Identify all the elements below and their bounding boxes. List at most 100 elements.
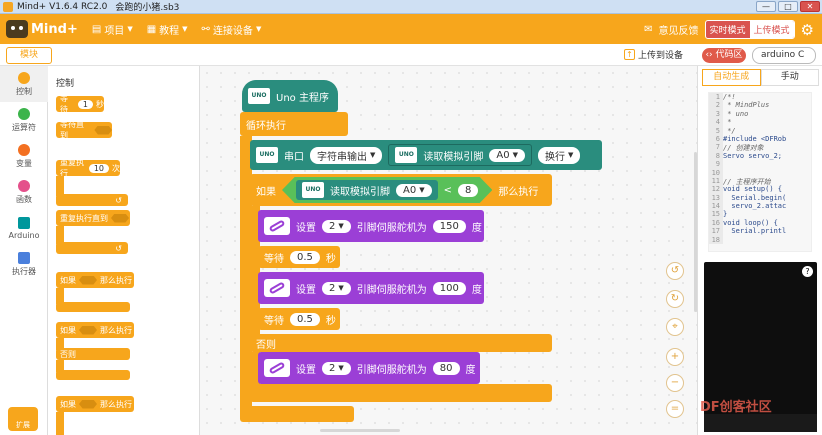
mode-upload[interactable]: 上传模式 [749, 21, 794, 38]
wait-block-2[interactable]: 等待 0.5 秒 [258, 308, 340, 330]
palette-repeat-block[interactable]: 重复执行 10 次 [56, 158, 120, 178]
category-arduino[interactable]: Arduino [0, 210, 48, 246]
block-label: 如果 [60, 399, 76, 409]
category-dot-icon [18, 143, 30, 156]
tab-manual[interactable]: 手动 [760, 69, 819, 86]
feedback-link[interactable]: 意见反馈 [659, 22, 699, 37]
mode-toggle[interactable]: 实时模式 上传模式 [704, 20, 795, 39]
forever-loop-block[interactable]: 循环执行 [240, 112, 348, 136]
servo-block-1[interactable]: 设置 2 ▼ 引脚伺服舵机为 150 度 [258, 210, 484, 242]
servo-angle-input[interactable]: 100 [432, 281, 466, 295]
menu-connect[interactable]: ⚯ 连接设备 ▼ [202, 22, 262, 37]
category-dot-icon [18, 179, 30, 192]
line-number: 3 [709, 109, 723, 119]
wait-seconds-input[interactable]: 0.5 [290, 250, 320, 264]
servo-pin-dropdown[interactable]: 2 ▼ [322, 361, 351, 375]
block-label: 引脚伺服舵机为 [356, 364, 427, 376]
less-than-operator[interactable]: UNO 读取模拟引脚 A0 ▼ < 8 [282, 177, 493, 203]
close-button[interactable]: ✕ [800, 1, 820, 12]
category-control[interactable]: 控制 [0, 66, 48, 102]
block-label: 设置 [296, 222, 316, 234]
code-line: 11// 主程序开始 [709, 176, 811, 186]
code-line: 6 #include <DFRob [709, 134, 811, 144]
tab-auto-generate[interactable]: 自动生成 [702, 69, 761, 86]
wait-seconds-input[interactable]: 0.5 [290, 312, 320, 326]
category-functions[interactable]: 函数 [0, 174, 48, 210]
script-workspace[interactable]: UNO Uno 主程序 循环执行 UNO 串口 字符串输出 ▼ UNO 读取模拟引… [200, 66, 697, 435]
palette-if-else-block[interactable]: 如果 那么执行 [56, 322, 134, 338]
board-select-value: arduino C [761, 50, 805, 60]
help-icon[interactable]: ? [802, 266, 813, 277]
analog-read-reporter[interactable]: UNO 读取模拟引脚 A0 ▼ [388, 144, 532, 166]
gear-icon[interactable]: ⚙ [801, 21, 814, 39]
newline-dropdown[interactable]: 换行 ▼ [537, 146, 581, 164]
if-label: 如果 [256, 186, 276, 198]
code-area-button[interactable]: ‹› 代码区 [702, 48, 746, 63]
palette-if-block[interactable]: 如果 那么执行 [56, 272, 134, 288]
extension-button[interactable]: 扩展 [8, 407, 38, 431]
maximize-button[interactable]: □ [778, 1, 798, 12]
workspace-horizontal-scrollbar[interactable] [320, 429, 400, 432]
tab-module[interactable]: 模块 [6, 47, 52, 64]
category-actuators[interactable]: 执行器 [0, 246, 48, 282]
code-text: */ [723, 126, 736, 135]
code-view[interactable]: 1/*! 2 * MindPlus 3 * uno 4 * 5 */6 #include … [708, 92, 812, 252]
uno-main-hat-block[interactable]: UNO Uno 主程序 [242, 80, 338, 112]
board-select[interactable]: arduino C [752, 47, 816, 64]
line-number: 11 [709, 176, 723, 186]
condition-slot [111, 213, 129, 223]
mode-live[interactable]: 实时模式 [706, 21, 750, 38]
serial-input-bar[interactable] [704, 414, 817, 432]
serial-print-block[interactable]: UNO 串口 字符串输出 ▼ UNO 读取模拟引脚 A0 ▼ 换行 ▼ [250, 140, 602, 170]
category-operators[interactable]: 运算符 [0, 102, 48, 138]
block-label: 度 [465, 364, 476, 376]
palette-repeat-until-block[interactable]: 重复执行直到 [56, 210, 130, 226]
chevron-down-icon: ▼ [512, 151, 518, 159]
dropdown-value: 2 [329, 220, 336, 232]
analog-read-reporter[interactable]: UNO 读取模拟引脚 A0 ▼ [296, 180, 438, 200]
code-text: servo_2.attac [723, 202, 787, 211]
else-label: 否则 [256, 339, 276, 351]
chevron-down-icon: ▼ [338, 222, 344, 230]
loop-arrow-icon: ↺ [115, 243, 122, 253]
pin-dropdown[interactable]: A0 ▼ [396, 183, 432, 197]
servo-block-3[interactable]: 设置 2 ▼ 引脚伺服舵机为 80 度 [258, 352, 480, 384]
block-input[interactable]: 1 [77, 99, 93, 109]
if-else-block[interactable]: 如果 UNO 读取模拟引脚 A0 ▼ < 8 那么执行 [250, 174, 552, 206]
servo-block-2[interactable]: 设置 2 ▼ 引脚伺服舵机为 100 度 [258, 272, 484, 304]
menu-connect-label: 连接设备 [212, 25, 253, 37]
minimize-button[interactable]: — [756, 1, 776, 12]
block-label: 设置 [296, 284, 316, 296]
compare-value-input[interactable]: 8 [457, 183, 479, 197]
category-variables[interactable]: 变量 [0, 138, 48, 174]
servo-pin-dropdown[interactable]: 2 ▼ [322, 219, 351, 233]
code-text: #include <DFRob [723, 134, 787, 143]
pin-dropdown[interactable]: A0 ▼ [489, 148, 525, 162]
menu-tutorial[interactable]: ▦ 教程 ▼ [147, 22, 188, 37]
zoom-out-icon[interactable]: − [666, 374, 684, 392]
servo-angle-input[interactable]: 150 [432, 219, 466, 233]
code-line: 9 [709, 160, 811, 169]
zoom-reset-icon[interactable]: = [666, 400, 684, 418]
clean-up-icon[interactable]: ⌖ [666, 318, 684, 336]
code-line: 8 Servo servo_2; [709, 151, 811, 161]
palette-if-block-2[interactable]: 如果 那么执行 [56, 396, 134, 412]
palette-wait-block[interactable]: 等待 1 秒 [56, 94, 104, 114]
then-label: 那么执行 [498, 186, 539, 198]
redo-icon[interactable]: ↻ [666, 290, 684, 308]
wait-block-1[interactable]: 等待 0.5 秒 [258, 246, 340, 268]
menu-project[interactable]: ▤ 项目 ▼ [92, 22, 133, 37]
uno-board-icon: UNO [395, 147, 418, 163]
upload-button[interactable]: ↑ 上传到设备 [624, 48, 683, 61]
logo: Mind+ [6, 20, 78, 38]
servo-angle-input[interactable]: 80 [432, 361, 460, 375]
block-label: 重复执行直到 [60, 213, 108, 223]
servo-pin-dropdown[interactable]: 2 ▼ [322, 281, 351, 295]
category-label: 控制 [16, 86, 32, 96]
code-tabs: 自动生成 手动 [702, 69, 819, 86]
zoom-in-icon[interactable]: + [666, 348, 684, 366]
block-input[interactable]: 10 [88, 163, 109, 173]
palette-wait-until-block[interactable]: 等待直到 [56, 120, 112, 140]
serial-mode-dropdown[interactable]: 字符串输出 ▼ [310, 146, 383, 164]
undo-icon[interactable]: ↺ [666, 262, 684, 280]
